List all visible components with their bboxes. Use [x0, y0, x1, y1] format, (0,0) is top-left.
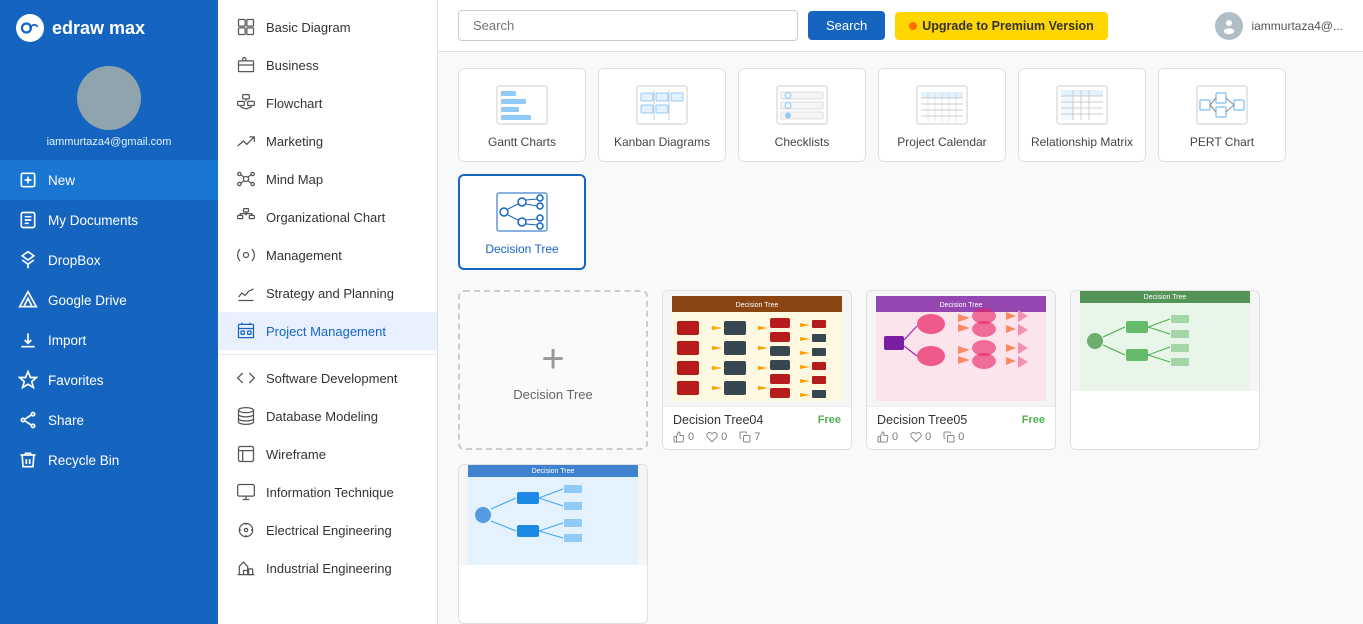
mid-item-org-chart[interactable]: Organizational Chart — [218, 198, 437, 236]
user-avatar-area: iammurtaza4@gmail.com — [0, 56, 218, 160]
plus-icon: + — [541, 339, 564, 379]
template-dt04[interactable]: Decision Tree — [662, 290, 852, 450]
action-copies-dt04: 7 — [739, 431, 760, 443]
svg-text:Decision Tree: Decision Tree — [736, 302, 779, 309]
action-hearts-dt05: 0 — [910, 431, 931, 443]
mid-item-industrial[interactable]: Industrial Engineering — [218, 549, 437, 587]
template-badge-dt05: Free — [1022, 414, 1045, 426]
template-name-dt05: Decision Tree05 — [877, 413, 967, 427]
category-relationship-matrix[interactable]: Relationship Matrix — [1018, 68, 1146, 162]
nav-dropbox[interactable]: DropBox — [0, 240, 218, 280]
action-likes-dt04: 0 — [673, 431, 694, 443]
template-thumb-dt07: Decision Tree — [459, 465, 647, 565]
sidebar-mid: Basic Diagram Business Flowchart — [218, 0, 438, 624]
action-hearts-dt04: 0 — [706, 431, 727, 443]
template-badge-dt04: Free — [818, 414, 841, 426]
nav-favorites[interactable]: Favorites — [0, 360, 218, 400]
category-grid: Gantt Charts Kanban Diagrams — [458, 68, 1343, 270]
mid-item-software-dev[interactable]: Software Development — [218, 359, 437, 397]
template-dt06[interactable]: Decision Tree — [1070, 290, 1260, 450]
nav-my-documents[interactable]: My Documents — [0, 200, 218, 240]
user-email: iammurtaza4@gmail.com — [47, 136, 172, 148]
template-name-dt04: Decision Tree04 — [673, 413, 763, 427]
nav-new[interactable]: New — [0, 160, 218, 200]
sidebar-left: edraw max iammurtaza4@gmail.com New My D… — [0, 0, 218, 624]
category-decision-tree[interactable]: Decision Tree — [458, 174, 586, 270]
template-thumb-dt05: Decision Tree — [867, 291, 1055, 406]
top-bar: Search Upgrade to Premium Version iammur… — [438, 0, 1363, 52]
svg-text:Decision Tree: Decision Tree — [940, 302, 983, 309]
app-name: edraw max — [52, 18, 145, 39]
content-area: Gantt Charts Kanban Diagrams — [438, 52, 1363, 624]
nav-recycle-bin[interactable]: Recycle Bin — [0, 440, 218, 480]
mid-item-mind-map[interactable]: Mind Map — [218, 160, 437, 198]
mid-item-strategy[interactable]: Strategy and Planning — [218, 274, 437, 312]
mid-item-marketing[interactable]: Marketing — [218, 122, 437, 160]
nav-import[interactable]: Import — [0, 320, 218, 360]
mid-item-database[interactable]: Database Modeling — [218, 397, 437, 435]
mid-item-basic-diagram[interactable]: Basic Diagram — [218, 8, 437, 46]
nav-google-drive[interactable]: Google Drive — [0, 280, 218, 320]
template-thumb-dt04: Decision Tree — [663, 291, 851, 406]
upgrade-button[interactable]: Upgrade to Premium Version — [895, 12, 1108, 40]
action-likes-dt05: 0 — [877, 431, 898, 443]
templates-grid: + Decision Tree Decision Tree — [458, 290, 1343, 624]
user-avatar-small — [1215, 12, 1243, 40]
mid-nav-section: Basic Diagram Business Flowchart — [218, 0, 437, 595]
mid-item-business[interactable]: Business — [218, 46, 437, 84]
user-menu[interactable]: iammurtaza4@... — [1215, 12, 1343, 40]
mid-item-project-mgmt[interactable]: Project Management — [218, 312, 437, 350]
template-new-blank[interactable]: + Decision Tree — [458, 290, 648, 450]
search-input[interactable] — [458, 10, 798, 41]
main-content: Search Upgrade to Premium Version iammur… — [438, 0, 1363, 624]
template-info-dt05: Decision Tree05 Free 0 0 — [867, 406, 1055, 449]
mid-item-info-tech[interactable]: Information Technique — [218, 473, 437, 511]
category-pert-chart[interactable]: PERT Chart — [1158, 68, 1286, 162]
template-info-dt04: Decision Tree04 Free 0 0 — [663, 406, 851, 449]
svg-text:Decision Tree: Decision Tree — [1144, 294, 1187, 301]
category-checklists[interactable]: Checklists — [738, 68, 866, 162]
template-thumb-dt06: Decision Tree — [1071, 291, 1259, 391]
template-dt05[interactable]: Decision Tree — [866, 290, 1056, 450]
avatar — [77, 66, 141, 130]
upgrade-dot — [909, 22, 917, 30]
mid-item-management[interactable]: Management — [218, 236, 437, 274]
user-email-short: iammurtaza4@... — [1251, 19, 1343, 33]
template-dt07[interactable]: Decision Tree — [458, 464, 648, 624]
mid-item-wireframe[interactable]: Wireframe — [218, 435, 437, 473]
logo-icon — [16, 14, 44, 42]
category-gantt[interactable]: Gantt Charts — [458, 68, 586, 162]
category-kanban[interactable]: Kanban Diagrams — [598, 68, 726, 162]
action-copies-dt05: 0 — [943, 431, 964, 443]
left-nav: New My Documents DropBox Google Drive — [0, 160, 218, 480]
nav-share[interactable]: Share — [0, 400, 218, 440]
search-button[interactable]: Search — [808, 11, 885, 40]
category-project-calendar[interactable]: Project Calendar — [878, 68, 1006, 162]
svg-text:Decision Tree: Decision Tree — [532, 468, 575, 475]
mid-item-electrical[interactable]: Electrical Engineering — [218, 511, 437, 549]
mid-item-flowchart[interactable]: Flowchart — [218, 84, 437, 122]
app-logo: edraw max — [0, 0, 218, 56]
